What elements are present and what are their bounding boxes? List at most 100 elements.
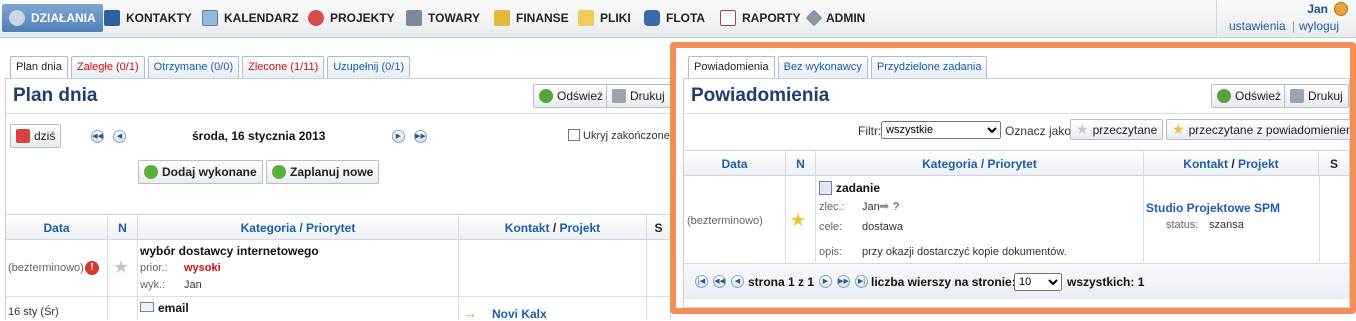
logout-link[interactable]: wyloguj [1299,19,1339,33]
column-divider [815,176,816,262]
wyk-value: Jan [184,279,202,291]
tab-zlecone[interactable]: Zlecone (1/11) [242,56,325,78]
col-separator: / [552,221,557,235]
nav-flota[interactable]: FLOTA [640,4,709,32]
company-link[interactable]: Studio Projektowe SPM [1146,201,1280,215]
col-n[interactable]: N [108,215,138,241]
user-icon [1334,2,1348,16]
email-icon [140,302,154,312]
filter-select[interactable]: wszystkie [881,121,1001,139]
left-panel [5,78,671,320]
prev-page-icon[interactable]: ◀ [731,275,744,288]
col-contact[interactable]: Kontakt [505,221,550,235]
prev-pages-icon[interactable]: ◀◀ [713,275,726,288]
star-icon[interactable]: ★ [790,211,806,229]
tab-uzupelnij[interactable]: Uzupełnij (0/1) [327,56,411,78]
notifications-title: Powiadomienia [691,85,830,106]
next-page-icon[interactable]: ▶ [819,275,832,288]
nav-towary[interactable]: TOWARY [402,4,484,32]
nav-projekty[interactable]: PROJEKTY [304,4,399,32]
calendar-icon [202,10,218,26]
car-icon [644,10,660,26]
nav-dzialania[interactable]: DZIAŁANIA [2,4,103,32]
tab-bez-wykonawcy[interactable]: Bez wykonawcy [777,56,868,78]
refresh-button[interactable]: Odśwież [533,84,610,108]
nav-admin[interactable]: ADMIN [804,4,869,32]
hide-done-checkbox[interactable] [568,129,580,141]
left-table-header: Data N Kategoria / Priorytet Kontakt / P… [6,214,670,241]
hide-done-label: Ukryj zakończone [583,130,670,142]
settings-link[interactable]: ustawienia [1229,19,1286,33]
mark-read-button[interactable]: ★ przeczytane [1070,119,1164,140]
tab-plan-dnia[interactable]: Plan dnia [10,56,68,78]
first-day-icon[interactable]: ◀◀ [91,130,104,143]
rows-per-page-select[interactable]: 10 [1014,273,1062,291]
status-label: status: [1166,219,1199,231]
contact-link[interactable]: Novi Kalx [492,307,547,321]
col-contact[interactable]: Kontakt [1183,157,1228,171]
plan-new-button[interactable]: Zaplanuj nowe [266,160,380,184]
column-divider [137,240,138,320]
calendar-icon [16,129,30,143]
gear-icon [9,10,25,26]
last-day-icon[interactable]: ▶▶ [414,130,427,143]
col-s: S [1329,157,1338,171]
printer-icon [612,89,626,103]
filter-label: Filtr: [858,124,882,138]
report-icon [720,10,736,26]
nav-kontakty[interactable]: KONTAKTY [100,4,196,32]
tab-zalegle[interactable]: Zaległe (0/1) [70,56,145,78]
nav-finanse[interactable]: FINANSE [490,4,573,32]
current-date: środa, 16 stycznia 2013 [192,129,326,143]
col-separator: / [1231,157,1235,171]
last-page-icon[interactable]: ▶| [855,275,868,288]
first-page-icon[interactable]: |◀ [695,275,708,288]
status-value: szansa [1209,219,1244,231]
col-project[interactable]: Projekt [1238,157,1279,171]
col-n[interactable]: N [786,151,816,177]
col-data[interactable]: Data [684,151,786,177]
left-tabs: Plan dnia Zaległe (0/1) Otrzymane (0/0) … [10,56,411,78]
nav-kalendarz[interactable]: KALENDARZ [198,4,303,32]
tab-powiadomienia[interactable]: Powiadomienia [688,56,775,78]
nav-pliki[interactable]: PLIKI [574,4,635,32]
today-button[interactable]: dziś [10,124,62,148]
cele-value: dostawa [862,221,903,233]
col-project[interactable]: Projekt [560,221,601,235]
add-done-button[interactable]: Dodaj wykonane [138,160,263,184]
star-icon: ★ [1172,121,1185,137]
row-title[interactable]: wybór dostawcy internetowego [140,244,319,258]
nav-raporty[interactable]: RAPORTY [716,4,805,32]
mark-label: Oznacz jako: [1005,124,1075,138]
next-pages-icon[interactable]: ▶▶ [837,275,850,288]
opis-value: przy okazji dostarczyć kopie dokumentów. [862,246,1067,258]
tab-przydzielone-zadania[interactable]: Przydzielone zadania [870,56,988,78]
row-title[interactable]: zadanie [836,181,880,195]
prev-day-icon[interactable]: ◀ [113,130,126,143]
col-data[interactable]: Data [6,215,108,241]
column-divider [785,176,786,262]
top-navigation-bar: DZIAŁANIA KONTAKTY KALENDARZ PROJEKTY TO… [0,0,1356,38]
mark-read-notify-button[interactable]: ★ przeczytane z powiadomieniem [1166,119,1356,140]
star-icon[interactable]: ★ [113,258,129,276]
star-icon: ★ [1076,121,1089,137]
row-title[interactable]: email [158,301,189,315]
row-date: 16 sty (Śr) [8,306,59,318]
printer-icon [1290,89,1304,103]
print-button[interactable]: Drukuj [606,84,671,108]
next-day-icon[interactable]: ▶ [392,130,405,143]
plus-icon [272,165,286,179]
col-category[interactable]: Kategoria / Priorytet [816,151,1144,177]
refresh-button[interactable]: Odśwież [1211,84,1288,108]
print-button[interactable]: Drukuj [1284,84,1349,108]
arrow-icon: ➡ [879,199,890,213]
zlec-value: Jan [862,201,880,213]
cele-label: cele: [819,221,843,233]
page-title: Plan dnia [13,85,98,106]
cart-icon [406,10,422,26]
tab-otrzymane[interactable]: Otrzymane (0/0) [147,56,240,78]
prior-value: wysoki [184,262,221,274]
arrow-icon: → [463,305,477,321]
col-category[interactable]: Kategoria / Priorytet [138,215,459,241]
wyk-label: wyk.: [140,279,166,291]
